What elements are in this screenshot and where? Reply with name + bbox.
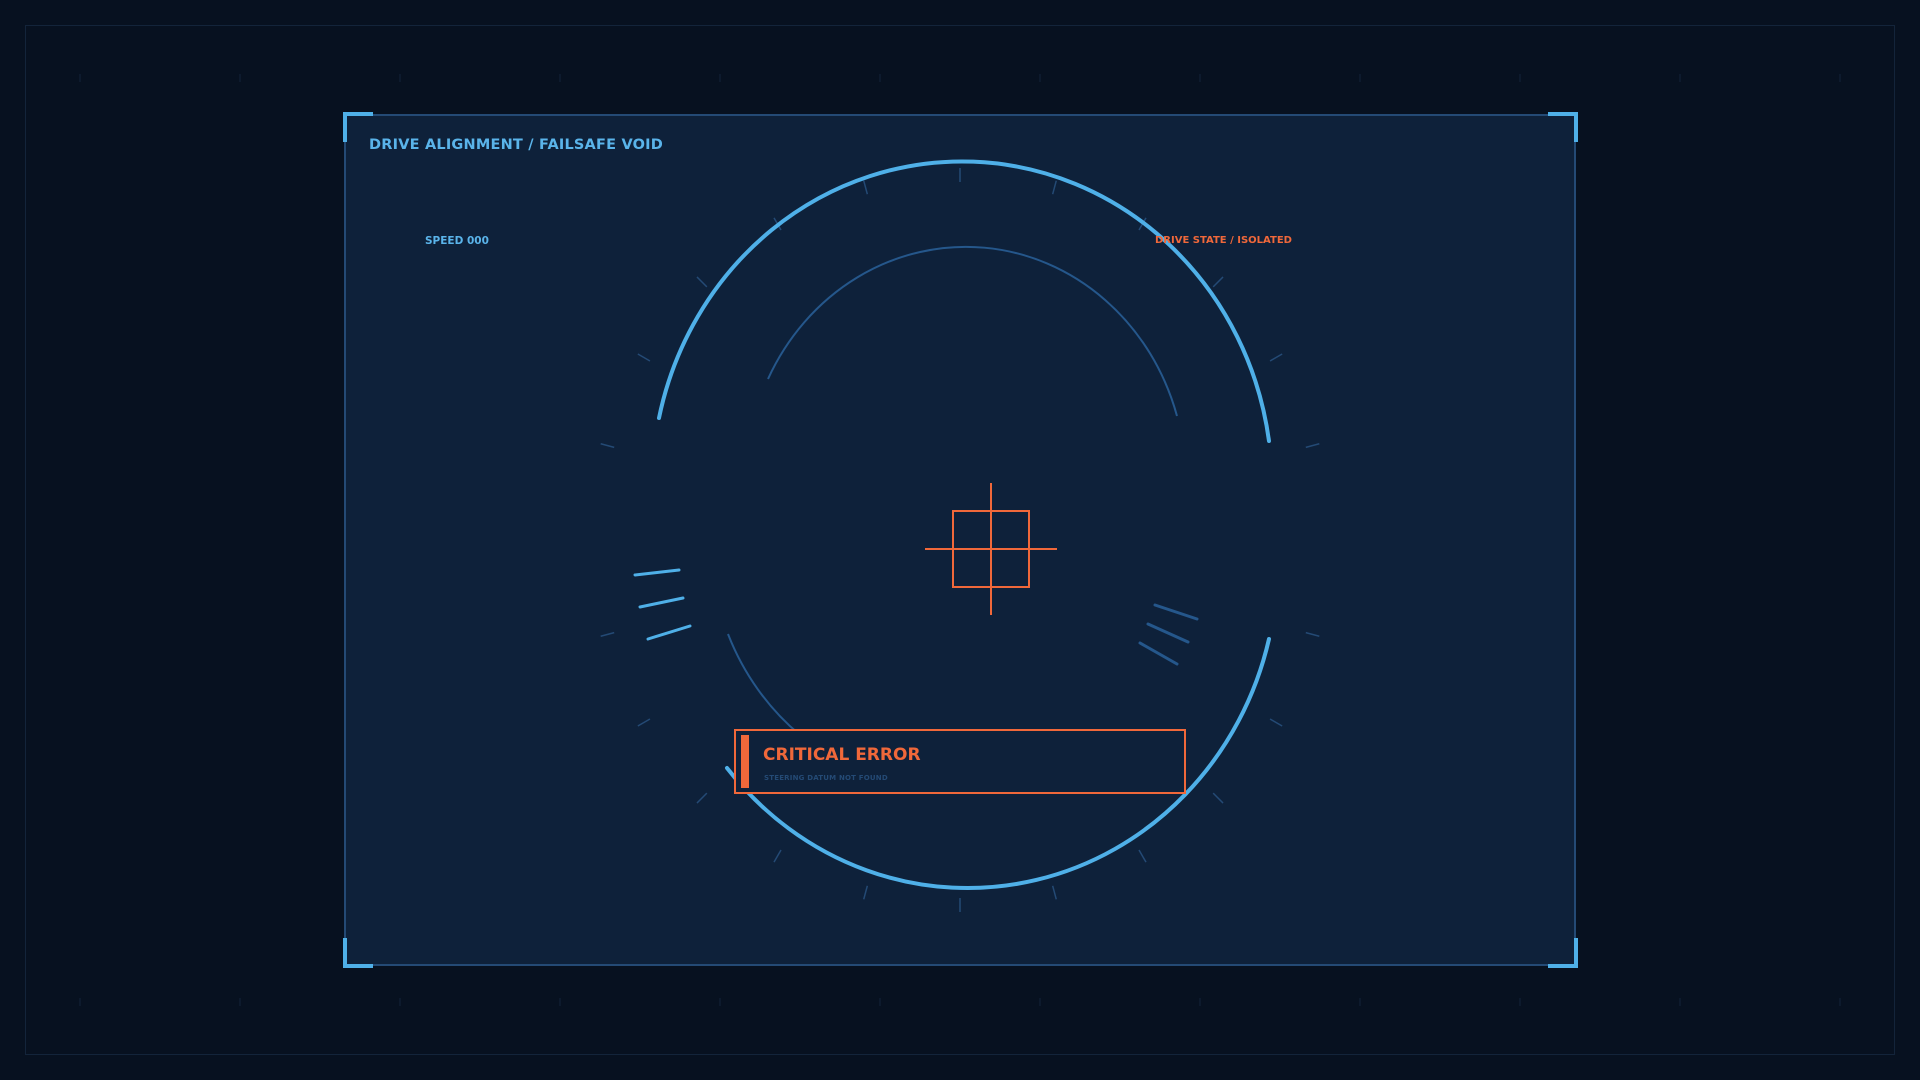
dial-tick [1051, 180, 1058, 195]
speed-readout: SPEED 000 [425, 235, 489, 247]
critical-error-alert: CRITICAL ERROR STEERING DATUM NOT FOUND [734, 729, 1186, 794]
dial-tick [773, 849, 782, 863]
drive-state-readout: DRIVE STATE / ISOLATED [1155, 235, 1292, 246]
inner-arc-bottom [727, 633, 801, 736]
dial-tick [600, 442, 615, 449]
alignment-gauge [79, 74, 1841, 1006]
right-slash-marks [1138, 603, 1199, 666]
dial-tick [1138, 849, 1147, 863]
dial-tick [637, 718, 651, 727]
dial-tick [1212, 792, 1224, 804]
dial-tick [696, 276, 708, 288]
dial-tick [637, 353, 651, 362]
dial-tick [1051, 885, 1058, 900]
dial-tick [1269, 353, 1283, 362]
outer-arc-top [657, 159, 1271, 443]
dial-tick [600, 631, 615, 638]
alert-message: STEERING DATUM NOT FOUND [764, 774, 888, 782]
dial-tick [1305, 631, 1320, 638]
inner-arc-top [767, 245, 1178, 417]
left-slash-marks [633, 568, 692, 641]
panel-title: DRIVE ALIGNMENT / FAILSAFE VOID [369, 137, 663, 153]
dial-tick [862, 180, 869, 195]
alert-accent-bar [741, 735, 749, 788]
crosshair-icon [925, 483, 1057, 615]
dial-tick [1269, 718, 1283, 727]
alert-title: CRITICAL ERROR [763, 745, 921, 765]
dial-tick-marks [600, 168, 1320, 912]
dial-tick [862, 885, 869, 900]
dial-tick [1212, 276, 1224, 288]
edge-tick-marks [79, 74, 1841, 1006]
dial-tick [1305, 442, 1320, 449]
dial-tick [696, 792, 708, 804]
